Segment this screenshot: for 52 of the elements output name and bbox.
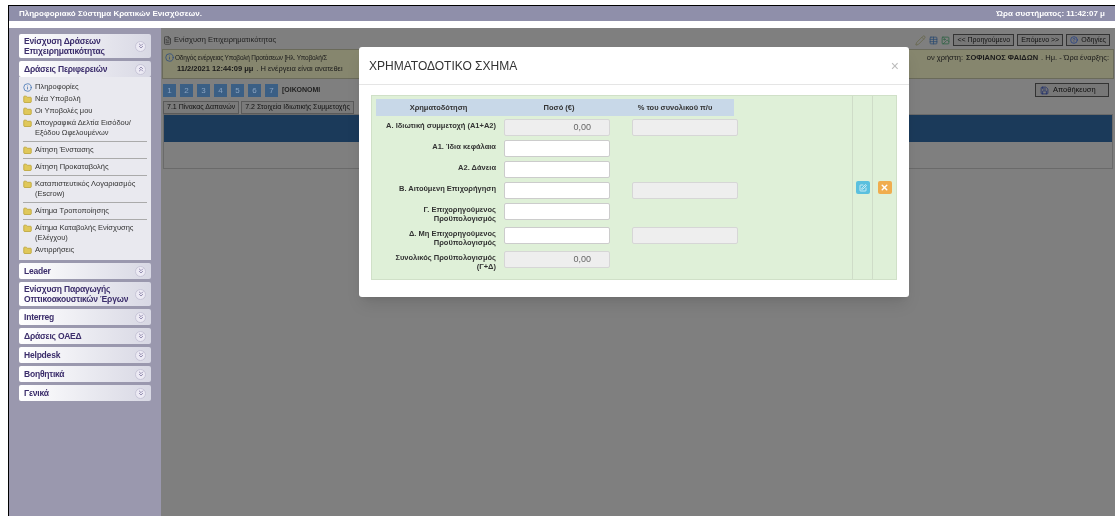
expand-icon (135, 288, 146, 300)
delete-button[interactable] (877, 181, 892, 194)
dialog-title: ΧΡΗΜΑΤΟΔΟΤΙΚΟ ΣΧΗΜΑ (369, 57, 518, 75)
folder-icon (23, 94, 32, 104)
accordion-header[interactable]: Interreg (19, 309, 151, 325)
accordion-header[interactable]: Leader (19, 263, 151, 279)
input-field[interactable] (504, 182, 610, 199)
table-icon[interactable] (929, 35, 939, 45)
input-field[interactable] (504, 140, 610, 157)
pencil-icon[interactable] (915, 34, 927, 46)
image-icon[interactable] (941, 35, 951, 45)
expand-icon (135, 330, 146, 342)
expand-icon (135, 40, 146, 52)
page-icon (163, 35, 172, 45)
edit-icon (858, 183, 867, 192)
info-icon (23, 82, 32, 92)
input-field[interactable]: 0,00 (504, 119, 610, 136)
folder-icon (23, 118, 32, 128)
input-field[interactable] (632, 119, 738, 136)
help-icon (1070, 36, 1079, 44)
accordion-header[interactable]: Δράσεις Περιφερειών (19, 61, 151, 77)
accordion-header[interactable]: Helpdesk (19, 347, 151, 363)
input-field[interactable] (632, 182, 738, 199)
folder-icon (23, 106, 32, 116)
accordion-header[interactable]: Ενίσχυση Παραγωγής Οπτικοακουστικών Έργων (19, 282, 151, 306)
app-title: Πληροφοριακό Σύστημα Κρατικών Ενισχύσεων. (19, 7, 202, 20)
expand-icon (135, 311, 146, 323)
folder-icon (23, 206, 32, 216)
accordion-header[interactable]: Ενίσχυση Δράσεων Επιχειρηματικότητας (19, 34, 151, 58)
folder-icon (23, 162, 32, 172)
info-icon (165, 53, 174, 63)
expand-icon (135, 349, 146, 361)
accordion-header[interactable]: Δράσεις ΟΑΕΔ (19, 328, 151, 344)
expand-icon (135, 265, 146, 277)
delete-icon (880, 183, 889, 192)
expand-icon (135, 368, 146, 380)
folder-icon (23, 245, 32, 255)
folder-icon (23, 223, 32, 233)
expand-icon (135, 387, 146, 399)
collapse-icon (135, 63, 146, 75)
input-field[interactable] (504, 161, 610, 178)
input-field[interactable] (504, 203, 610, 220)
accordion-header[interactable]: Γενικά (19, 385, 151, 401)
folder-icon (23, 145, 32, 155)
save-icon (1040, 85, 1049, 95)
input-field[interactable] (504, 227, 610, 244)
system-time: Ώρα συστήματος: 11:42:07 μ (996, 7, 1105, 20)
folder-icon (23, 179, 32, 189)
accordion-header[interactable]: Βοηθητικά (19, 366, 151, 382)
input-field[interactable] (632, 227, 738, 244)
edit-button[interactable] (855, 181, 870, 194)
input-field[interactable]: 0,00 (504, 251, 610, 268)
